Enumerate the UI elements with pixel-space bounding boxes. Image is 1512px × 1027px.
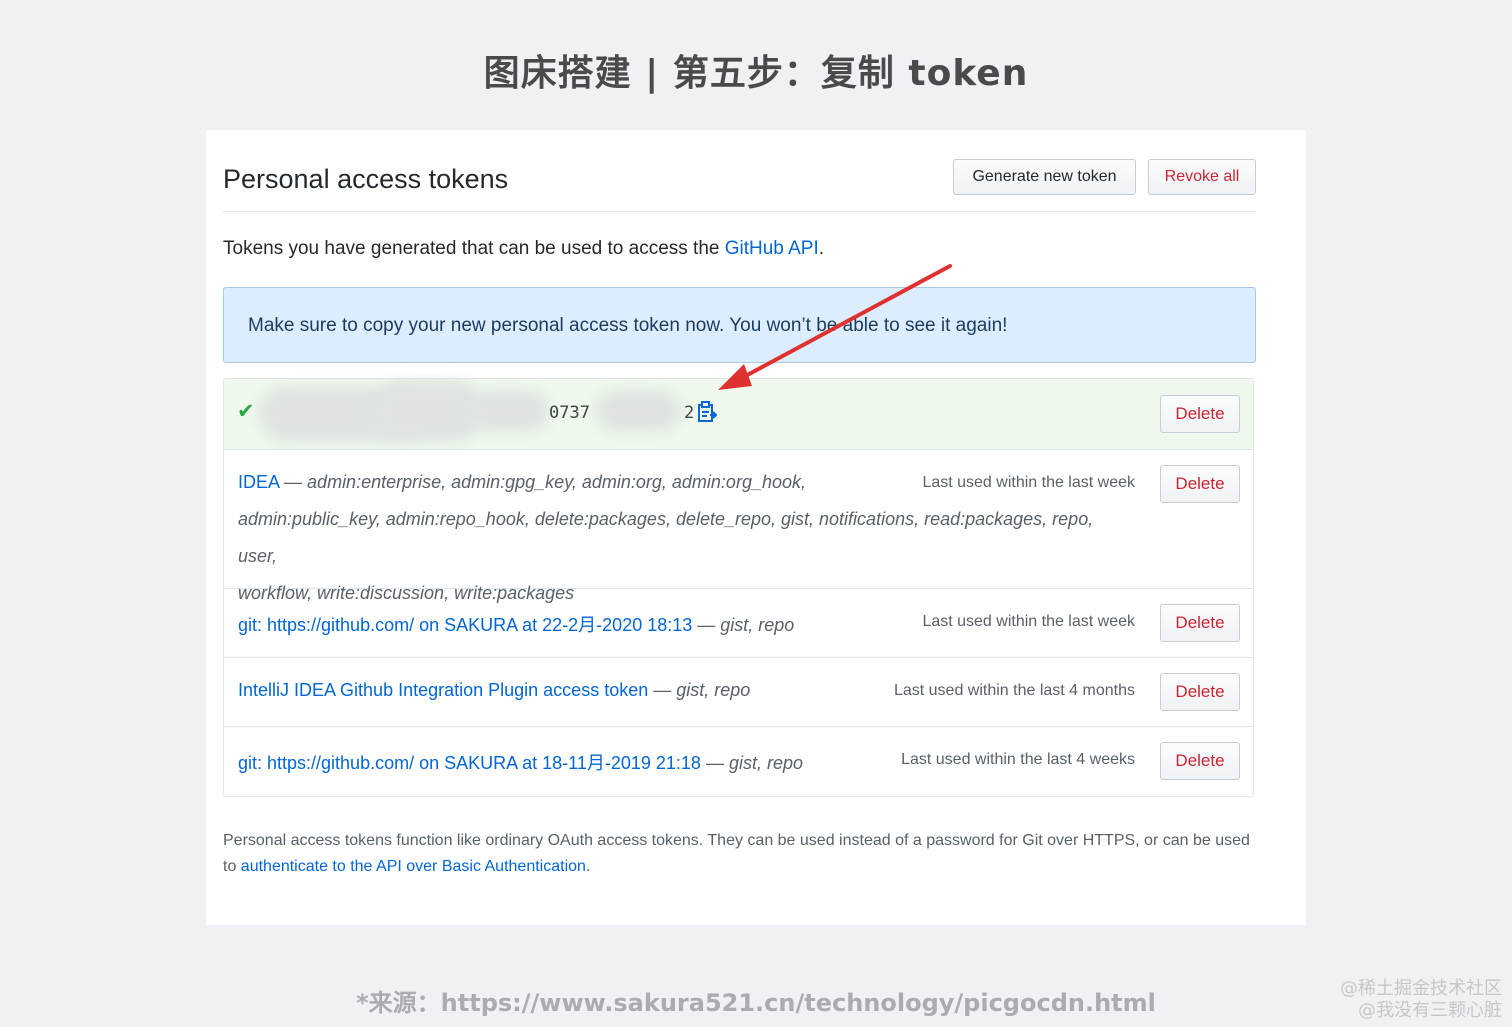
token-description: IntelliJ IDEA Github Integration Plugin … [238,680,750,701]
basic-auth-link[interactable]: authenticate to the API over Basic Authe… [241,858,586,875]
tokens-panel: Personal access tokens Generate new toke… [206,130,1306,925]
separator: — [648,680,677,700]
token-scopes: gist, repo [676,680,751,700]
page-title: 图床搭建 | 第五步：复制 token [483,53,1029,94]
token-name-link[interactable]: git: https://github.com/ on SAKURA at 18… [238,753,701,773]
delete-button[interactable]: Delete [1160,604,1240,642]
token-row: IDEA — admin:enterprise, admin:gpg_key, … [224,449,1253,603]
token-row: git: https://github.com/ on SAKURA at 22… [224,588,1253,658]
intro-text-body: Tokens you have generated that can be us… [223,238,725,259]
source-caption: *来源：https://www.sakura521.cn/technology/… [356,989,1156,1017]
footer-note: Personal access tokens function like ord… [223,828,1263,880]
token-scopes: admin:enterprise, admin:gpg_key, admin:o… [307,472,806,492]
token-scopes: gist, repo [728,753,803,773]
panel-title: Personal access tokens [223,164,509,194]
delete-button[interactable]: Delete [1160,673,1240,711]
footer-text-end: . [585,858,591,875]
separator: — [692,615,721,635]
token-fragment: 2 [684,403,695,423]
token-fragment: 0737 [549,403,590,423]
intro-text-end: . [818,238,825,259]
delete-button[interactable]: Delete [1160,742,1240,780]
flash-notice-text: Make sure to copy your new personal acce… [248,315,1008,336]
last-used-text: Last used within the last 4 weeks [901,751,1135,768]
delete-button[interactable]: Delete [1160,465,1240,503]
last-used-text: Last used within the last week [922,613,1135,630]
flash-notice: Make sure to copy your new personal acce… [223,287,1256,363]
token-row: IntelliJ IDEA Github Integration Plugin … [224,657,1253,727]
redacted-token-blur [596,391,681,431]
redacted-token-blur [469,391,549,431]
token-row: git: https://github.com/ on SAKURA at 18… [224,726,1253,796]
redacted-token-blur [374,381,484,441]
panel-header: Personal access tokens Generate new toke… [223,158,1256,212]
github-api-link[interactable]: GitHub API [725,238,819,259]
token-scopes: admin:public_key, admin:repo_hook, delet… [238,509,1094,566]
watermark-line: @我没有三颗心脏 [1358,1000,1502,1021]
token-name-link[interactable]: IntelliJ IDEA Github Integration Plugin … [238,680,648,700]
token-description: git: https://github.com/ on SAKURA at 18… [238,749,803,775]
clipboard-copy-icon[interactable] [697,401,718,428]
token-scopes: gist, repo [720,615,795,635]
last-used-text: Last used within the last week [922,474,1135,491]
separator: — [279,472,308,492]
watermark-line: @稀土掘金技术社区 [1340,978,1502,999]
watermark: @稀土掘金技术社区 @我没有三颗心脏 [1340,978,1502,1022]
separator: — [700,753,729,773]
delete-button[interactable]: Delete [1160,395,1240,433]
new-token-row: ✔ 0737 2 Delete [224,379,1253,450]
token-name-link[interactable]: git: https://github.com/ on SAKURA at 22… [238,615,692,635]
token-list: ✔ 0737 2 Delete IDEA — admin:enterprise,… [223,378,1254,797]
token-description: git: https://github.com/ on SAKURA at 22… [238,611,794,637]
last-used-text: Last used within the last 4 months [893,682,1135,699]
intro-text: Tokens you have generated that can be us… [223,238,824,260]
revoke-all-button[interactable]: Revoke all [1148,159,1256,195]
check-icon: ✔ [237,400,255,423]
generate-new-token-button[interactable]: Generate new token [953,159,1136,195]
token-name-link[interactable]: IDEA [238,472,279,492]
